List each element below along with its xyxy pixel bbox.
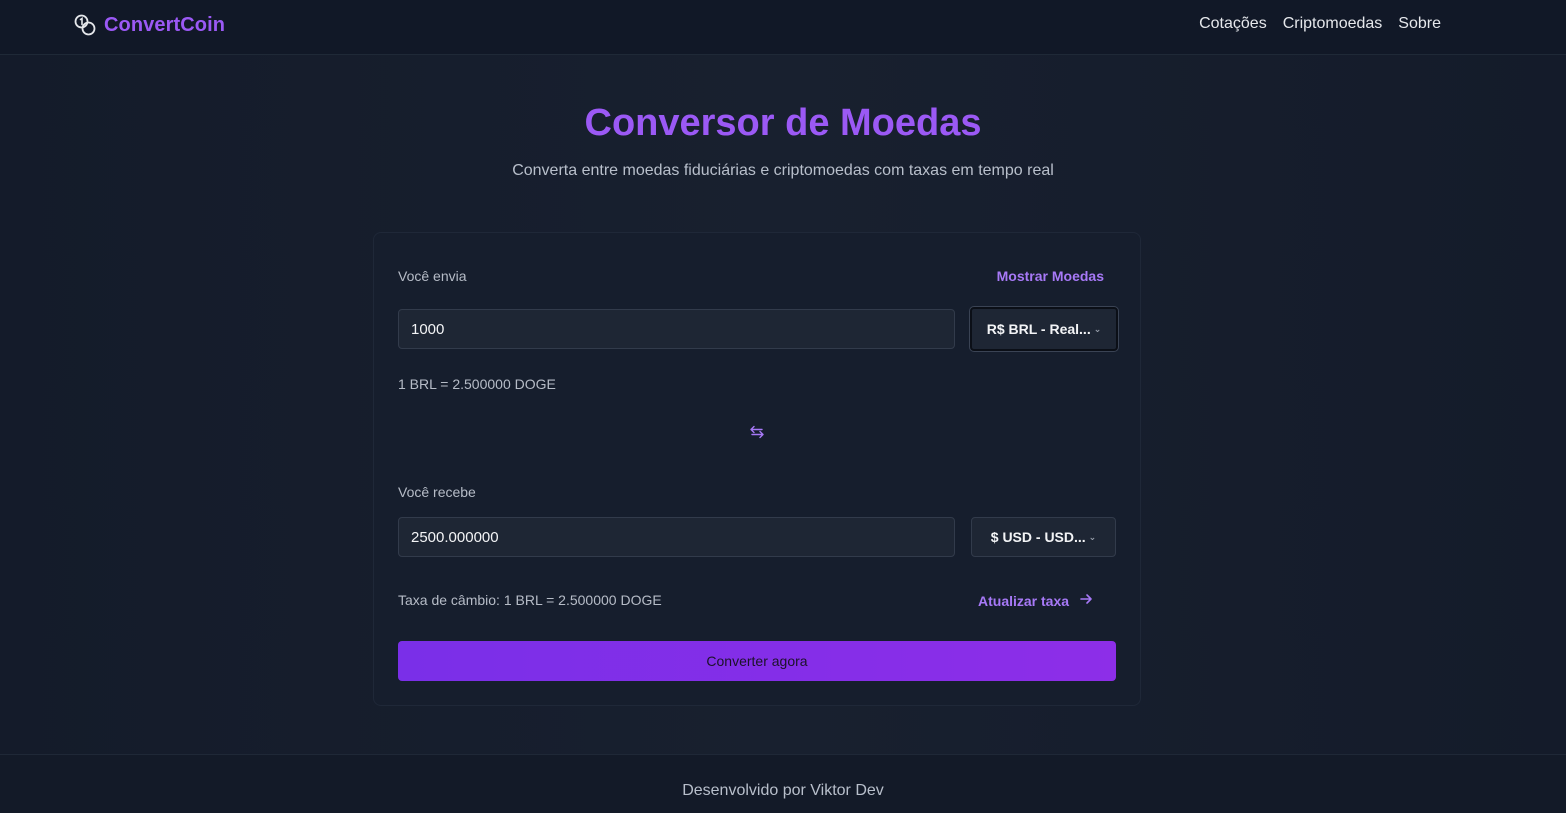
navbar: ConvertCoin Cotações Criptomoedas Sobre	[0, 0, 1566, 55]
footer: Desenvolvido por Viktor Dev	[0, 754, 1566, 813]
receive-currency-select[interactable]: $ USD - USD... ⌄	[971, 517, 1116, 557]
coins-icon	[74, 14, 96, 36]
swap-button[interactable]	[747, 424, 767, 444]
converter-card: Você envia Mostrar Moedas R$ BRL - Real.…	[373, 232, 1141, 706]
nav-link-cotacoes[interactable]: Cotações	[1199, 15, 1267, 33]
nav-link-sobre[interactable]: Sobre	[1398, 15, 1441, 33]
receive-amount-input[interactable]	[398, 517, 955, 557]
brand-logo[interactable]: ConvertCoin	[74, 12, 225, 38]
refresh-rate-label: Atualizar taxa	[978, 592, 1070, 609]
receive-label: Você recebe	[398, 484, 476, 500]
swap-arrows-icon	[749, 424, 765, 445]
brand-name: ConvertCoin	[104, 13, 226, 36]
nav-link-criptomoedas[interactable]: Criptomoedas	[1283, 15, 1383, 33]
send-amount-input[interactable]	[398, 309, 955, 349]
exchange-rate-text: Taxa de câmbio: 1 BRL = 2.500000 DOGE	[398, 592, 662, 608]
arrow-right-icon	[1079, 592, 1093, 609]
convert-button[interactable]: Converter agora	[398, 641, 1116, 681]
page-title: Conversor de Moedas	[584, 102, 982, 144]
send-currency-value: R$ BRL - Real...	[986, 321, 1091, 337]
receive-currency-value: $ USD - USD...	[990, 529, 1086, 545]
refresh-rate-link[interactable]: Atualizar taxa	[978, 592, 1093, 609]
send-label: Você envia	[398, 268, 467, 284]
show-currencies-link[interactable]: Mostrar Moedas	[997, 268, 1104, 284]
nav-links: Cotações Criptomoedas Sobre	[1199, 15, 1441, 33]
page: ConvertCoin Cotações Criptomoedas Sobre …	[0, 0, 1566, 813]
chevron-down-icon: ⌄	[1093, 323, 1102, 334]
page-subtitle: Converta entre moedas fiduciárias e crip…	[512, 162, 1054, 179]
footer-credit: Desenvolvido por Viktor Dev	[682, 782, 884, 799]
send-currency-select[interactable]: R$ BRL - Real... ⌄	[970, 307, 1118, 351]
chevron-down-icon: ⌄	[1088, 531, 1097, 542]
send-rate-text: 1 BRL = 2.500000 DOGE	[398, 376, 556, 392]
